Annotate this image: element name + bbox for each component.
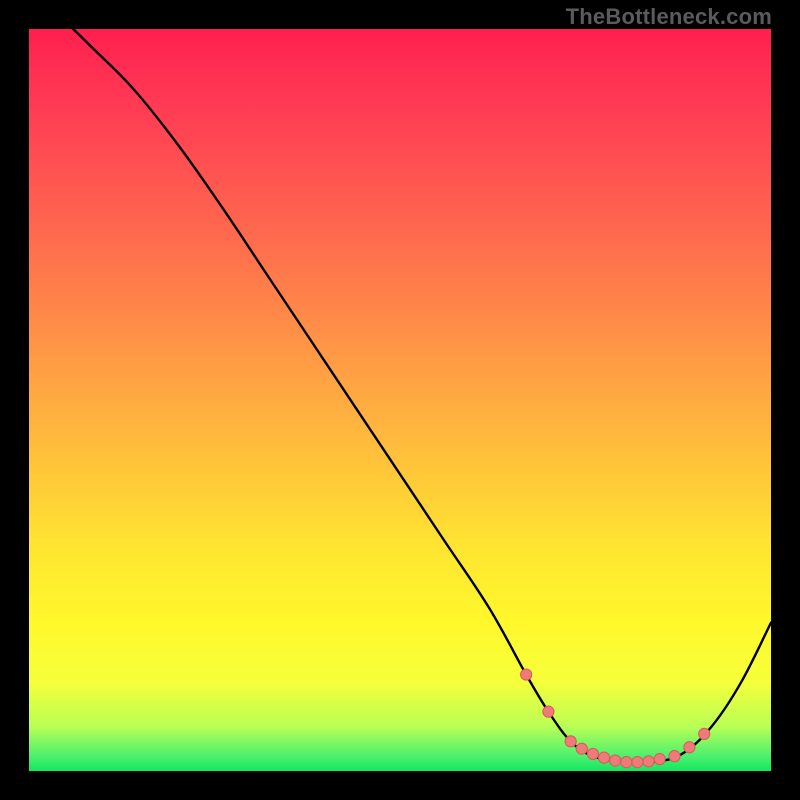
plot-area [29, 29, 771, 771]
curve-marker [684, 742, 695, 753]
curve-marker [521, 669, 532, 680]
curve-layer [29, 29, 771, 771]
attribution-text: TheBottleneck.com [566, 4, 772, 30]
curve-marker [654, 754, 665, 765]
curve-marker [587, 748, 598, 759]
curve-marker [621, 757, 632, 768]
curve-marker [610, 755, 621, 766]
curve-marker [643, 756, 654, 767]
curve-marker [598, 752, 609, 763]
curve-marker [669, 751, 680, 762]
bottleneck-curve [29, 0, 771, 763]
curve-marker [565, 736, 576, 747]
curve-marker [699, 728, 710, 739]
chart-stage: TheBottleneck.com [0, 0, 800, 800]
curve-marker [632, 757, 643, 768]
curve-marker [543, 706, 554, 717]
curve-marker [576, 743, 587, 754]
